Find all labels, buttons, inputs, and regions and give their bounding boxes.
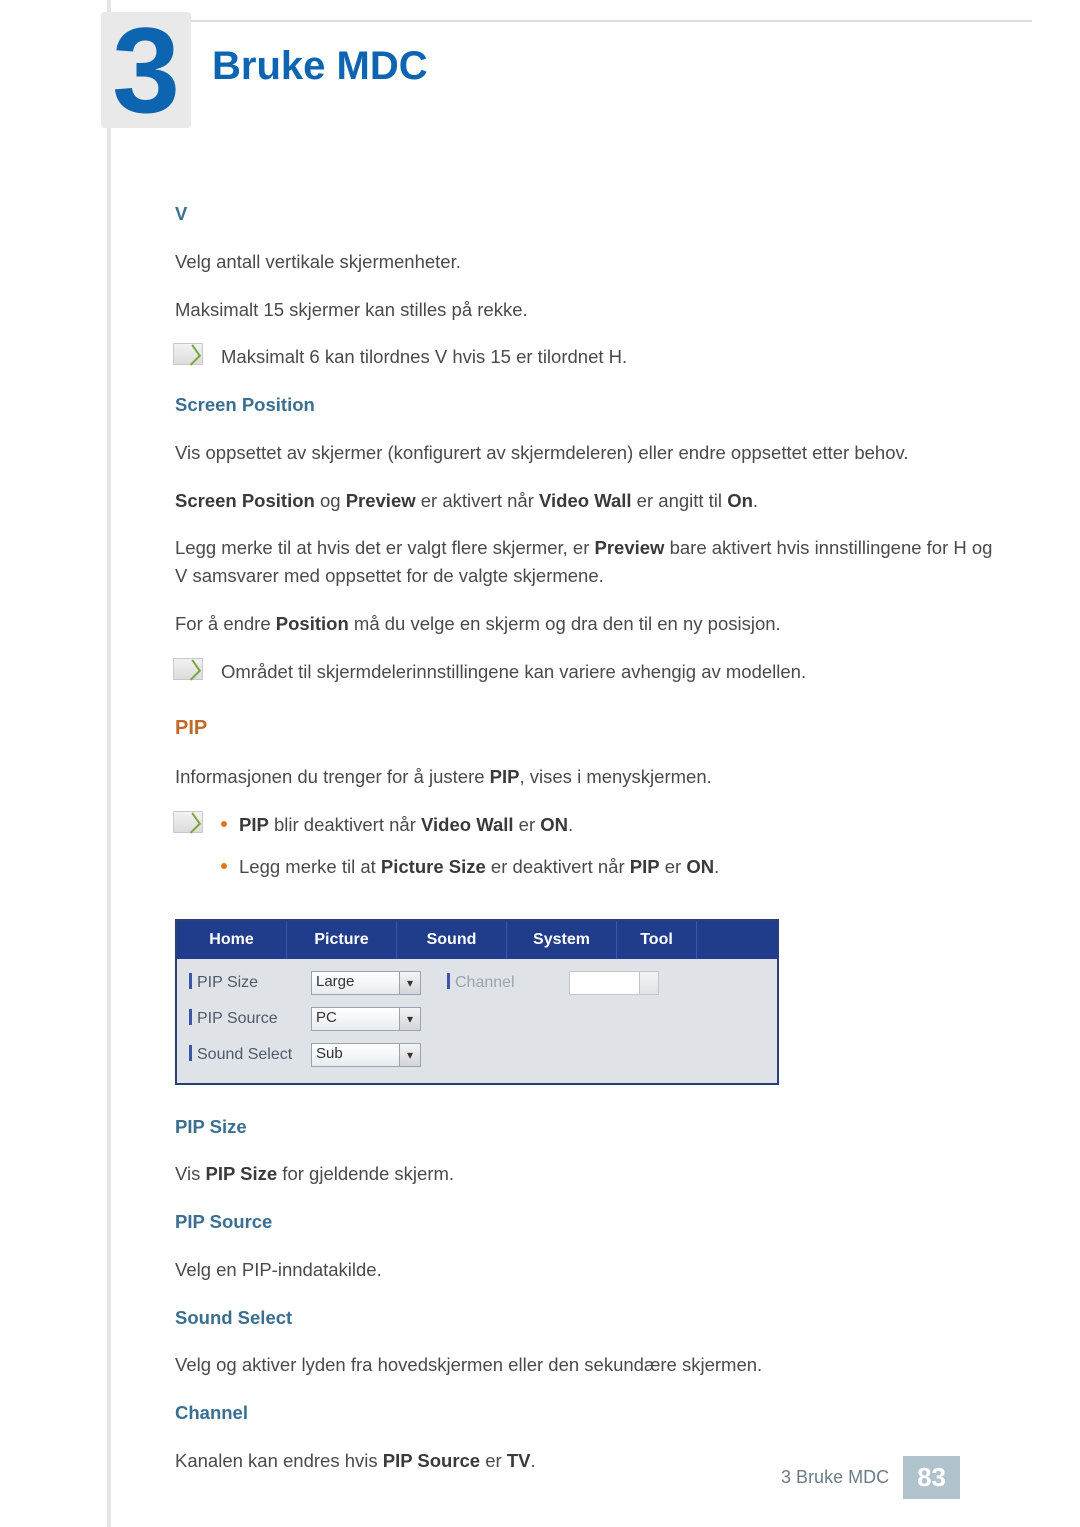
b1f: . — [568, 814, 573, 835]
tab-home[interactable]: Home — [177, 921, 287, 959]
side-stripe — [107, 0, 111, 1527]
b1b: blir deaktivert når — [269, 814, 421, 835]
label-channel: Channel — [447, 971, 559, 995]
pip-intro-b1: PIP — [490, 766, 520, 787]
panel-body: PIP Size Large PIP Source PC Sound Selec… — [177, 959, 777, 1083]
def-pip-size-heading: PIP Size — [175, 1113, 995, 1141]
sp-p2-b4: On — [727, 490, 753, 511]
row-channel: Channel — [447, 971, 659, 995]
chapter-title: Bruke MDC — [212, 44, 428, 89]
row-pip-size: PIP Size Large — [189, 971, 421, 995]
note-icon — [173, 658, 203, 680]
row-sound-select: Sound Select Sub — [189, 1043, 421, 1067]
pip-intro-t1: Informasjonen du trenger for å justere — [175, 766, 490, 787]
tab-system[interactable]: System — [507, 921, 617, 959]
tab-sound[interactable]: Sound — [397, 921, 507, 959]
sp-note-text: Området til skjermdelerinnstillingene ka… — [221, 658, 995, 686]
pip-heading: PIP — [175, 713, 995, 743]
sp-p4-t1: For å endre — [175, 613, 276, 634]
def-pip-size-text: Vis PIP Size for gjeldende skjerm. — [175, 1160, 995, 1188]
def-pip-source-text: Velg en PIP-inndatakilde. — [175, 1256, 995, 1284]
select-sound-select-value: Sub — [316, 1043, 343, 1066]
chapter-number-box: 3 — [101, 12, 191, 128]
sp-p4-b1: Position — [276, 613, 349, 634]
def-sound-select-heading: Sound Select — [175, 1304, 995, 1332]
b2b: Picture Size — [381, 856, 486, 877]
b2d: PIP — [630, 856, 660, 877]
sp-p3-t1: Legg merke til at hvis det er valgt fler… — [175, 537, 595, 558]
footer-page-number: 83 — [903, 1456, 960, 1499]
select-pip-source[interactable]: PC — [311, 1007, 421, 1031]
screen-position-p3: Legg merke til at hvis det er valgt fler… — [175, 534, 995, 590]
b1d: er — [514, 814, 541, 835]
sp-p2-t2: er aktivert når — [416, 490, 539, 511]
screen-position-p1: Vis oppsettet av skjermer (konfigurert a… — [175, 439, 995, 467]
note-icon — [173, 343, 203, 365]
b2c: er deaktivert når — [486, 856, 630, 877]
dps1: Vis — [175, 1163, 206, 1184]
b1a: PIP — [239, 814, 269, 835]
sp-p2-t3: er angitt til — [632, 490, 728, 511]
row-pip-source: PIP Source PC — [189, 1007, 421, 1031]
pip-note-item-2: Legg merke til at Picture Size er deakti… — [239, 853, 995, 881]
screen-position-note: Området til skjermdelerinnstillingene ka… — [173, 658, 995, 686]
b2e: er — [660, 856, 687, 877]
v-note-text: Maksimalt 6 kan tilordnes V hvis 15 er t… — [221, 343, 995, 371]
pip-panel: Home Picture Sound System Tool PIP Size … — [175, 919, 779, 1085]
panel-col-right: Channel — [447, 971, 659, 1067]
sp-p2-t1: og — [315, 490, 346, 511]
panel-tabs: Home Picture Sound System Tool — [177, 921, 777, 959]
panel-col-left: PIP Size Large PIP Source PC Sound Selec… — [189, 971, 421, 1067]
select-pip-size[interactable]: Large — [311, 971, 421, 995]
b1c: Video Wall — [421, 814, 514, 835]
dps3: for gjeldende skjerm. — [277, 1163, 454, 1184]
select-pip-size-value: Large — [316, 971, 354, 994]
v-note: Maksimalt 6 kan tilordnes V hvis 15 er t… — [173, 343, 995, 371]
note-icon — [173, 811, 203, 833]
label-pip-size: PIP Size — [189, 971, 301, 995]
pip-note: PIP blir deaktivert når Video Wall er ON… — [173, 811, 995, 895]
pip-intro-t2: , vises i menyskjermen. — [520, 766, 712, 787]
b1e: ON — [540, 814, 568, 835]
tab-tool[interactable]: Tool — [617, 921, 697, 959]
select-sound-select[interactable]: Sub — [311, 1043, 421, 1067]
spin-channel[interactable] — [569, 971, 659, 995]
def-sound-select-text: Velg og aktiver lyden fra hovedskjermen … — [175, 1351, 995, 1379]
footer-text: 3 Bruke MDC — [781, 1467, 889, 1488]
content-area: V Velg antall vertikale skjermenheter. M… — [175, 200, 995, 1495]
b2a: Legg merke til at — [239, 856, 381, 877]
b2g: . — [714, 856, 719, 877]
tab-picture[interactable]: Picture — [287, 921, 397, 959]
header-rule — [114, 20, 1032, 22]
dps2: PIP Size — [206, 1163, 278, 1184]
def-channel-heading: Channel — [175, 1399, 995, 1427]
b2f: ON — [686, 856, 714, 877]
sp-p3-b1: Preview — [595, 537, 665, 558]
pip-note-item-1: PIP blir deaktivert når Video Wall er ON… — [239, 811, 995, 839]
v-heading: V — [175, 200, 995, 228]
pip-note-list: PIP blir deaktivert når Video Wall er ON… — [221, 811, 995, 881]
v-p1: Velg antall vertikale skjermenheter. — [175, 248, 995, 276]
sp-p2-b1: Screen Position — [175, 490, 315, 511]
label-pip-source: PIP Source — [189, 1007, 301, 1031]
chapter-number: 3 — [112, 9, 180, 131]
select-pip-source-value: PC — [316, 1007, 337, 1030]
sp-p2-b2: Preview — [346, 490, 416, 511]
sp-p2-b3: Video Wall — [539, 490, 632, 511]
screen-position-heading: Screen Position — [175, 391, 995, 419]
sp-p4-t2: må du velge en skjerm og dra den til en … — [349, 613, 781, 634]
page-footer: 3 Bruke MDC 83 — [0, 1456, 1080, 1499]
def-pip-source-heading: PIP Source — [175, 1208, 995, 1236]
screen-position-p4: For å endre Position må du velge en skje… — [175, 610, 995, 638]
label-sound-select: Sound Select — [189, 1043, 301, 1067]
sp-p2-t4: . — [753, 490, 758, 511]
pip-intro: Informasjonen du trenger for å justere P… — [175, 763, 995, 791]
screen-position-p2: Screen Position og Preview er aktivert n… — [175, 487, 995, 515]
v-p2: Maksimalt 15 skjermer kan stilles på rek… — [175, 296, 995, 324]
